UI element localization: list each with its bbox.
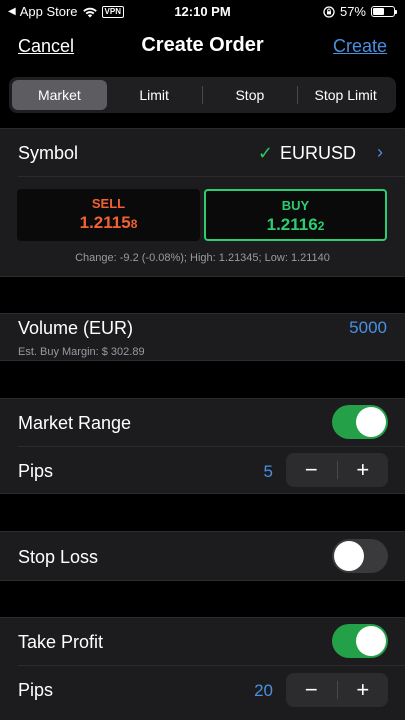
rotation-lock-icon — [323, 5, 335, 18]
status-bar: ◀ App Store VPN 12:10 PM 57% — [0, 0, 405, 22]
increment-button[interactable]: + — [338, 673, 389, 707]
divider — [0, 580, 405, 581]
decrement-button[interactable]: − — [286, 453, 337, 487]
divider — [0, 313, 405, 314]
decrement-button[interactable]: − — [286, 673, 337, 707]
order-type-segmented-control: Market Limit Stop Stop Limit — [9, 77, 396, 113]
margin-estimate: Est. Buy Margin: $ 302.89 — [18, 346, 145, 358]
symbol-value: EURUSD — [279, 143, 356, 163]
sell-price: 1.21158 — [79, 213, 138, 232]
chevron-right-icon: › — [377, 142, 383, 162]
divider — [18, 446, 405, 447]
divider — [0, 360, 405, 361]
market-range-pips-value: 5 — [263, 462, 273, 481]
buy-price: 1.21162 — [266, 215, 325, 234]
toggle-knob — [356, 407, 386, 437]
nav-bar: Cancel Create Order Create — [0, 26, 405, 66]
take-profit-toggle[interactable] — [332, 624, 388, 658]
take-profit-label: Take Profit — [18, 632, 104, 652]
divider — [0, 276, 405, 277]
market-range-toggle[interactable] — [332, 405, 388, 439]
divider — [18, 665, 405, 666]
stop-loss-label: Stop Loss — [18, 547, 99, 567]
sell-quote-button[interactable]: SELL 1.21158 — [17, 189, 200, 241]
buy-quote-button[interactable]: BUY 1.21162 — [204, 189, 387, 241]
market-range-pips-stepper: − + — [286, 453, 388, 487]
divider — [0, 493, 405, 494]
volume-label: Volume (EUR) — [18, 318, 134, 338]
stop-loss-toggle[interactable] — [332, 539, 388, 573]
take-profit-pips-value: 20 — [254, 681, 273, 700]
battery-percent: 57% — [339, 4, 366, 19]
price-change-info: Change: -9.2 (-0.08%); High: 1.21345; Lo… — [75, 252, 330, 264]
divider — [0, 398, 405, 399]
divider — [18, 176, 405, 177]
volume-input[interactable]: 5000 — [349, 318, 387, 338]
create-button[interactable]: Create — [333, 36, 387, 57]
segment-stop[interactable]: Stop — [203, 80, 298, 110]
symbol-label: Symbol — [18, 143, 79, 163]
market-range-label: Market Range — [18, 413, 132, 433]
take-profit-pips-label: Pips — [18, 680, 54, 700]
toggle-knob — [334, 541, 364, 571]
buy-label: BUY — [281, 198, 310, 213]
toggle-knob — [356, 626, 386, 656]
checkmark-icon: ✓ — [257, 143, 273, 163]
divider — [0, 617, 405, 618]
segment-limit[interactable]: Limit — [107, 80, 202, 110]
segment-stop-limit[interactable]: Stop Limit — [298, 80, 393, 110]
market-range-pips-label: Pips — [18, 461, 54, 481]
battery-icon — [371, 6, 397, 17]
sell-label: SELL — [91, 196, 126, 211]
take-profit-pips-stepper: − + — [286, 673, 388, 707]
divider — [0, 531, 405, 532]
divider — [0, 128, 405, 129]
segment-market[interactable]: Market — [12, 80, 107, 110]
increment-button[interactable]: + — [338, 453, 389, 487]
